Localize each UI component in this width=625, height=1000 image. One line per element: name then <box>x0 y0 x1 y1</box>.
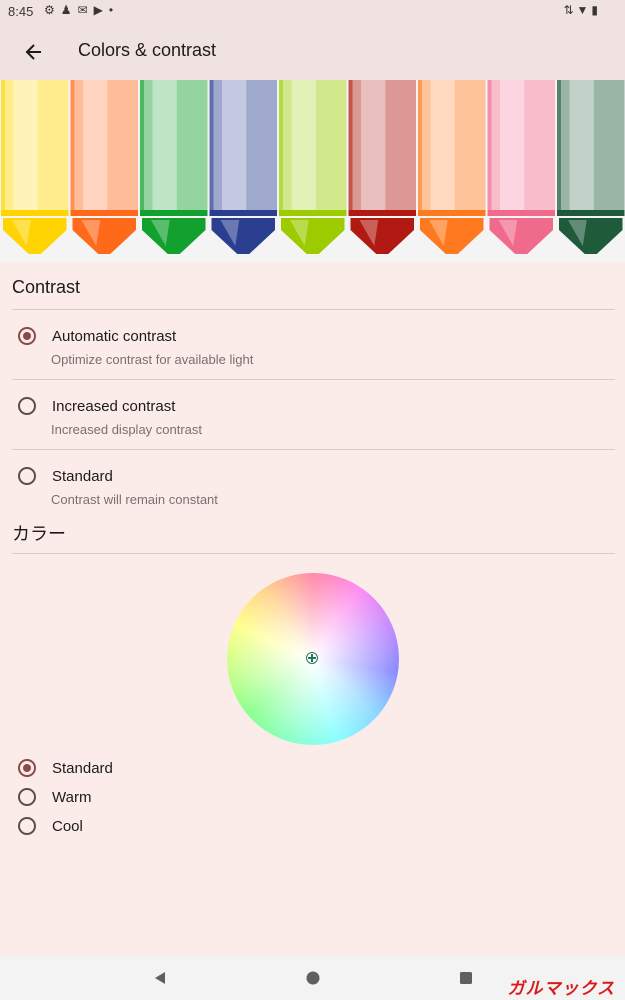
back-button[interactable] <box>18 36 50 68</box>
navigation-bar: ガルマックス <box>0 956 625 1000</box>
nav-home-icon[interactable] <box>305 970 321 986</box>
watermark-logo: ガルマックス <box>507 979 615 998</box>
crayon <box>557 80 625 254</box>
radio-color-warm[interactable] <box>18 788 36 806</box>
status-bar: 8:45 ⚙♟✉▶• ⇅▼▮ <box>0 0 625 24</box>
option-label: Cool <box>52 818 83 835</box>
divider <box>12 309 615 310</box>
divider <box>12 379 615 380</box>
option-label: Increased contrast <box>52 398 176 415</box>
data-arrows-icon: ⇅ <box>563 3 577 17</box>
crayon <box>209 80 277 254</box>
dot-icon: • <box>108 3 120 17</box>
page-title: Colors & contrast <box>78 40 217 60</box>
nav-recents-icon[interactable] <box>458 970 474 986</box>
status-time: 8:45 <box>8 4 34 19</box>
notification-icons: ⚙♟✉▶• <box>44 3 119 17</box>
crayon <box>140 80 208 254</box>
radio-increased-contrast[interactable] <box>18 397 36 415</box>
crayon <box>1 80 69 254</box>
radio-color-standard[interactable] <box>18 759 36 777</box>
option-label: Automatic contrast <box>52 328 177 345</box>
crayon <box>348 80 416 254</box>
system-icons: ⇅▼▮ <box>563 3 601 17</box>
app-bar: Colors & contrast <box>0 24 625 80</box>
option-sublabel: Increased display contrast <box>51 422 203 437</box>
crayon-banner <box>0 80 625 262</box>
color-section-title: カラー <box>12 524 66 544</box>
option-sublabel: Optimize contrast for available light <box>51 352 254 367</box>
back-arrow-icon <box>25 44 41 60</box>
option-sublabel: Contrast will remain constant <box>51 492 218 507</box>
radio-standard-contrast[interactable] <box>18 467 36 485</box>
color-wheel-selector-icon[interactable] <box>306 652 318 664</box>
option-label: Standard <box>52 760 113 777</box>
settings-icon: ⚙ <box>44 3 61 17</box>
crayon <box>279 80 347 254</box>
radio-automatic-contrast[interactable] <box>18 327 36 345</box>
contrast-section-title: Contrast <box>12 277 81 297</box>
nav-back-icon[interactable] <box>152 970 168 986</box>
crayon <box>487 80 555 254</box>
crayon-illustration <box>1 80 625 254</box>
battery-icon: ▮ <box>591 3 601 17</box>
radio-color-cool[interactable] <box>18 817 36 835</box>
youtube-icon: ▶ <box>93 3 109 17</box>
wifi-icon: ▼ <box>576 3 592 17</box>
divider <box>12 553 615 554</box>
divider <box>12 449 615 450</box>
option-label: Standard <box>52 468 113 485</box>
mail-icon: ✉ <box>77 3 94 17</box>
person-icon: ♟ <box>60 3 78 17</box>
crayon <box>418 80 486 254</box>
crayon <box>70 80 138 254</box>
option-label: Warm <box>52 789 92 806</box>
